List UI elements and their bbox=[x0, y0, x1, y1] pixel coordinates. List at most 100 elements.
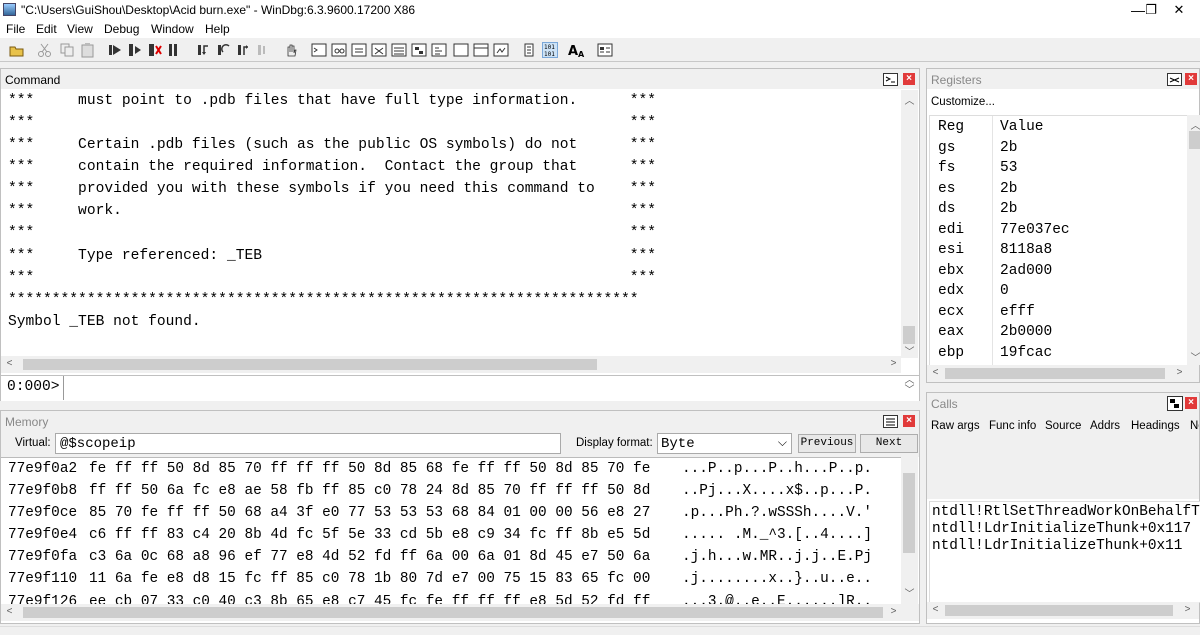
scroll-thumb[interactable] bbox=[945, 605, 1173, 616]
scroll-thumb[interactable] bbox=[945, 368, 1165, 379]
scroll-up-icon[interactable]: ︿ bbox=[1187, 117, 1200, 132]
command-horizontal-scrollbar[interactable]: < > bbox=[1, 356, 901, 373]
scroll-right-icon[interactable]: > bbox=[885, 358, 902, 369]
menu-edit[interactable]: Edit bbox=[36, 22, 57, 36]
memory-bytes[interactable]: ee cb 07 33 c0 40 c3 8b 65 e8 c7 45 fc f… bbox=[89, 594, 650, 604]
stop-debugging-icon[interactable] bbox=[147, 42, 163, 58]
command-window-icon[interactable] bbox=[311, 42, 327, 58]
source-toggle[interactable]: Source bbox=[1045, 420, 1081, 432]
memory-vertical-scrollbar[interactable]: ﹀ bbox=[901, 457, 918, 605]
disassembly-window-icon[interactable] bbox=[431, 42, 447, 58]
restart-icon[interactable] bbox=[127, 42, 143, 58]
call-frame[interactable]: ntdll!LdrInitializeThunk+0x117 bbox=[932, 521, 1191, 537]
registers-horizontal-scrollbar[interactable]: < > bbox=[927, 365, 1199, 382]
scroll-right-icon[interactable]: > bbox=[1171, 367, 1188, 378]
func-info-toggle[interactable]: Func info bbox=[989, 420, 1036, 432]
scroll-down-icon[interactable]: ﹀ bbox=[901, 585, 918, 600]
scratch-pad-icon[interactable] bbox=[453, 42, 469, 58]
memory-horizontal-scrollbar[interactable]: < > bbox=[1, 604, 919, 621]
memory-bytes[interactable]: c3 6a 0c 68 a8 96 ef 77 e8 4d 52 fd ff 6… bbox=[89, 549, 650, 565]
calls-window-icon[interactable] bbox=[1167, 396, 1183, 411]
source-window-icon[interactable] bbox=[473, 42, 489, 58]
scroll-thumb[interactable] bbox=[903, 326, 915, 344]
paste-icon[interactable] bbox=[80, 42, 96, 58]
options-icon[interactable] bbox=[597, 42, 613, 58]
reg-value[interactable]: efff bbox=[1000, 304, 1035, 320]
previous-button[interactable]: Previous bbox=[798, 434, 856, 453]
reg-value[interactable]: 77e037ec bbox=[1000, 222, 1070, 238]
reg-value[interactable]: 2ad000 bbox=[1000, 263, 1052, 279]
font-icon[interactable]: AA bbox=[568, 42, 585, 58]
watch-window-icon[interactable] bbox=[331, 42, 347, 58]
call-frame[interactable]: ntdll!RtlSetThreadWorkOnBehalfTicket+0x3… bbox=[932, 504, 1200, 520]
command-vertical-scrollbar[interactable]: ︿ ﹀ bbox=[901, 90, 918, 358]
memory-bytes[interactable]: 11 6a fe e8 d8 15 fc ff 85 c0 78 1b 80 7… bbox=[89, 571, 650, 587]
raw-args-toggle[interactable]: Raw args bbox=[931, 420, 980, 432]
command-input[interactable] bbox=[63, 376, 902, 400]
copy-icon[interactable] bbox=[59, 42, 75, 58]
reg-value[interactable]: 53 bbox=[1000, 160, 1017, 176]
processes-threads-icon[interactable] bbox=[493, 42, 509, 58]
command-window-icon[interactable] bbox=[883, 73, 898, 86]
calls-horizontal-scrollbar[interactable]: < > bbox=[927, 602, 1199, 619]
scroll-thumb[interactable] bbox=[1189, 131, 1200, 149]
command-input-spin-icon[interactable]: ︿ ﹀ bbox=[901, 376, 918, 396]
go-icon[interactable] bbox=[107, 42, 123, 58]
memory-window-icon[interactable] bbox=[883, 415, 898, 428]
memory-window-icon[interactable] bbox=[391, 42, 407, 58]
registers-close-icon[interactable]: × bbox=[1185, 73, 1197, 85]
menu-debug[interactable]: Debug bbox=[104, 22, 139, 36]
scroll-up-icon[interactable]: ︿ bbox=[901, 92, 918, 107]
source-mode-icon[interactable] bbox=[521, 42, 537, 58]
scroll-right-icon[interactable]: > bbox=[1179, 604, 1196, 615]
reg-value[interactable]: 19fcac bbox=[1000, 345, 1052, 361]
step-out-icon[interactable] bbox=[235, 42, 251, 58]
open-folder-icon[interactable] bbox=[9, 42, 25, 58]
virtual-address-input[interactable]: @$scopeip bbox=[55, 433, 561, 454]
calls-close-icon[interactable]: × bbox=[1185, 397, 1197, 409]
registers-vertical-scrollbar[interactable]: ︿ ﹀ bbox=[1187, 115, 1200, 365]
scroll-thumb[interactable] bbox=[903, 473, 915, 553]
break-icon[interactable] bbox=[167, 42, 183, 58]
memory-bytes[interactable]: fe ff ff 50 8d 85 70 ff ff ff 50 8d 85 6… bbox=[89, 461, 650, 477]
run-to-cursor-icon[interactable] bbox=[255, 42, 271, 58]
scroll-thumb[interactable] bbox=[23, 607, 883, 618]
nonvolatile-regs-toggle[interactable]: Nonvolatile regs bbox=[1190, 420, 1199, 432]
call-frame[interactable]: ntdll!LdrInitializeThunk+0x11 bbox=[932, 538, 1182, 554]
display-format-select[interactable]: Byte ⌵ bbox=[657, 433, 792, 454]
memory-bytes[interactable]: c6 ff ff 83 c4 20 8b 4d fc 5f 5e 33 cd 5… bbox=[89, 527, 650, 543]
menu-window[interactable]: Window bbox=[151, 22, 194, 36]
scroll-left-icon[interactable]: < bbox=[927, 367, 944, 378]
scroll-down-icon[interactable]: ﹀ bbox=[1187, 349, 1200, 364]
scroll-thumb[interactable] bbox=[23, 359, 597, 370]
reg-value[interactable]: 2b bbox=[1000, 140, 1017, 156]
menu-help[interactable]: Help bbox=[205, 22, 230, 36]
reg-value[interactable]: 2b bbox=[1000, 181, 1017, 197]
binary-hex-icon[interactable]: 101 101 bbox=[542, 42, 558, 58]
scroll-down-icon[interactable]: ﹀ bbox=[901, 343, 918, 358]
menu-file[interactable]: File bbox=[6, 22, 25, 36]
cut-icon[interactable] bbox=[37, 42, 53, 58]
memory-bytes[interactable]: 85 70 fe ff ff 50 68 a4 3f e0 77 53 53 5… bbox=[89, 505, 650, 521]
registers-window-icon[interactable] bbox=[1167, 73, 1182, 86]
scroll-left-icon[interactable]: < bbox=[1, 358, 18, 369]
reg-value[interactable]: 0 bbox=[1000, 283, 1009, 299]
reg-value[interactable]: 2b bbox=[1000, 201, 1017, 217]
command-close-icon[interactable]: × bbox=[903, 73, 915, 85]
step-into-icon[interactable] bbox=[195, 42, 211, 58]
hand-icon[interactable] bbox=[283, 42, 299, 58]
scroll-right-icon[interactable]: > bbox=[885, 606, 902, 617]
scroll-left-icon[interactable]: < bbox=[1, 606, 18, 617]
registers-window-icon[interactable] bbox=[371, 42, 387, 58]
close-window-button[interactable]: ✕ bbox=[1158, 0, 1200, 20]
customize-link[interactable]: Customize... bbox=[931, 96, 995, 108]
step-over-icon[interactable] bbox=[215, 42, 231, 58]
menu-view[interactable]: View bbox=[67, 22, 93, 36]
memory-close-icon[interactable]: × bbox=[903, 415, 915, 427]
reg-value[interactable]: 2b0000 bbox=[1000, 324, 1052, 340]
memory-bytes[interactable]: ff ff 50 6a fc e8 ae 58 fb ff 85 c0 78 2… bbox=[89, 483, 650, 499]
next-button[interactable]: Next bbox=[860, 434, 918, 453]
reg-value[interactable]: 8118a8 bbox=[1000, 242, 1052, 258]
scroll-left-icon[interactable]: < bbox=[927, 604, 944, 615]
locals-window-icon[interactable] bbox=[351, 42, 367, 58]
